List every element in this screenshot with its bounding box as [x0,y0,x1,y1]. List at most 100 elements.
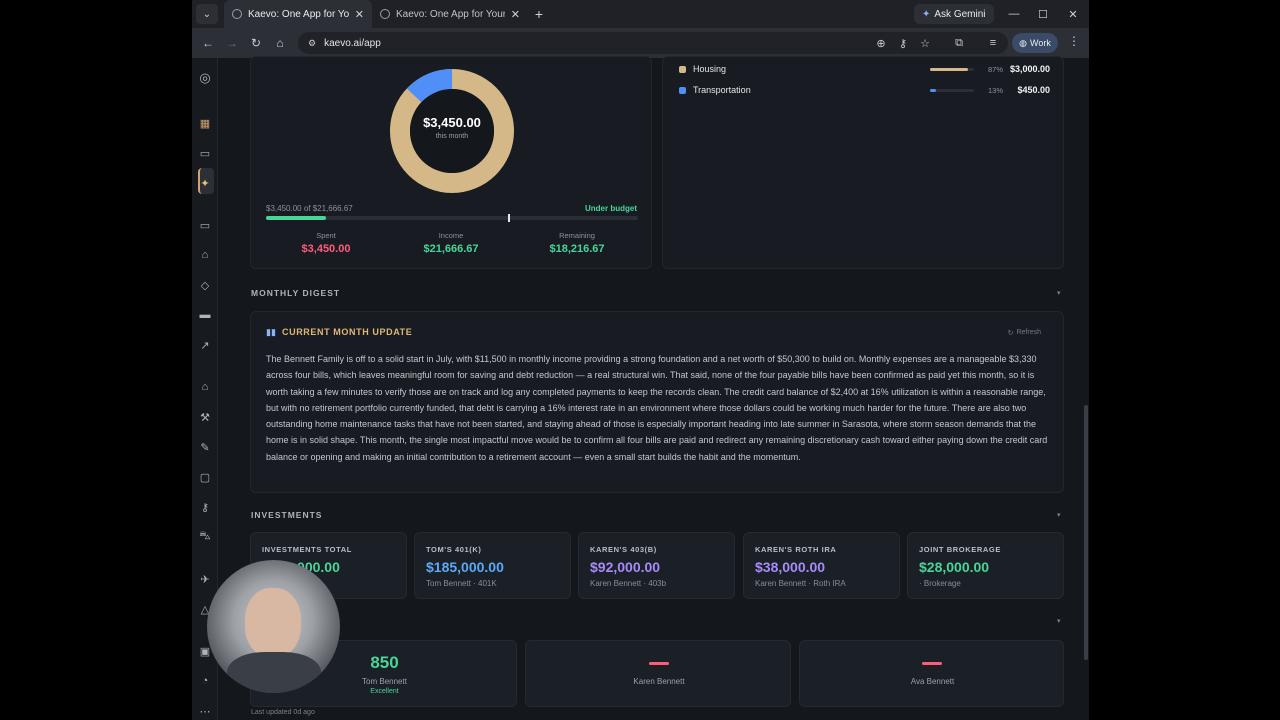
page-scrollbar[interactable] [1084,405,1088,660]
tab-search-chevron-icon[interactable]: ⌄ [196,4,218,24]
category-bar-fill [930,68,969,71]
close-window-icon[interactable]: ✕ [1058,0,1088,28]
bookmark-star-icon[interactable]: ☆ [914,32,936,54]
category-amount: $3,000.00 [1009,64,1050,74]
budget-stat-label: Spent [316,231,336,240]
back-icon[interactable]: ← [196,36,220,50]
digest-card: ▮▮ CURRENT MONTH UPDATE ↻ Refresh The Be… [250,311,1064,493]
car-icon[interactable]: ⛍ [192,529,218,545]
budget-progress-text: $3,450.00 of $21,666.67 [266,204,353,213]
investments-heading: INVESTMENTS [251,510,323,520]
sparkle-icon[interactable]: ✦ [192,175,218,191]
collapse-credit-icon[interactable]: ▾ [1057,617,1061,625]
zoom-icon[interactable]: ⊕ [870,32,892,54]
maximize-icon[interactable]: ☐ [1028,0,1058,28]
calendar-icon[interactable]: ▭ [192,145,218,161]
browser-menu-icon[interactable]: ⋮ [1068,34,1080,48]
investment-label: TOM'S 401(K) [426,545,482,554]
home-icon[interactable]: ⌂ [268,36,292,50]
ask-gemini-button[interactable]: ✦ Ask Gemini [914,4,994,24]
investment-owner: Karen Bennett · 403b [590,579,667,588]
kaevo-favicon-icon [232,9,242,19]
category-amount: $450.00 [1017,85,1050,95]
refresh-label: Refresh [1016,329,1041,336]
kaevo-favicon-icon [380,9,390,19]
extensions-icon[interactable]: ⧉ [948,32,970,54]
budget-stat-label: Remaining [559,231,595,240]
collapse-digest-icon[interactable]: ▾ [1057,289,1061,297]
wrench-icon[interactable]: ⚒ [192,409,218,425]
digest-body: The Bennett Family is off to a solid sta… [266,354,1048,462]
compass-logo-icon[interactable]: ◎ [192,70,218,86]
budget-stat-value: $18,216.67 [549,243,605,255]
webcam-overlay [207,560,340,693]
credit-name: Ava Bennett [910,677,955,686]
donut-amount: $3,450.00 [423,115,481,130]
investment-value: $38,000.00 [755,559,826,575]
browser-window: ⌄ Kaevo: One App for Your Entire ✕ Kaevo… [192,0,1089,720]
close-tab-icon[interactable]: ✕ [355,8,364,21]
profile-avatar-icon: ◍ [1019,37,1027,48]
refresh-icon: ↻ [1007,330,1014,337]
donut-hole [410,89,494,173]
budget-progress-marker [507,214,510,222]
card-icon[interactable]: ▭ [192,217,218,233]
investment-card[interactable]: JOINT BROKERAGE $28,000.00 · Brokerage [907,532,1064,599]
credit-empty-dash [649,662,669,665]
tab-kaevo-2[interactable]: Kaevo: One App for Your Entire ✕ [372,0,528,28]
budget-status: Under budget [585,204,637,213]
pencil-icon[interactable]: ✎ [192,439,218,455]
investment-label: INVESTMENTS TOTAL [262,545,352,554]
budget-progress-track [266,214,638,222]
timer-icon[interactable]: ◔ [192,673,218,689]
more-icon[interactable]: ⋯ [192,703,218,719]
category-name: Housing [693,64,727,74]
credit-name: Karen Bennett [633,677,685,686]
investment-value: $185,000.00 [426,559,504,575]
reload-icon[interactable]: ↻ [244,36,268,50]
credit-card-icon[interactable]: ▬ [192,307,218,323]
budget-card: $3,450.00 this month $3,450.00 of $21,66… [250,56,652,269]
budget-progress-fill [266,216,326,220]
investment-owner: Tom Bennett · 401K [426,579,497,588]
profile-button[interactable]: ◍ Work [1012,33,1058,53]
credit-empty-dash [922,662,942,665]
key-icon[interactable]: ⚷ [192,499,218,515]
tab-kaevo-active[interactable]: Kaevo: One App for Your Entire ✕ [224,0,372,28]
budget-stat-value: $3,450.00 [301,243,351,255]
investment-card[interactable]: KAREN'S ROTH IRA $38,000.00 Karen Bennett … [743,532,900,599]
collapse-investments-icon[interactable]: ▾ [1057,511,1061,519]
last-updated: Last updated 0d ago [251,709,315,716]
address-bar[interactable]: ⚙ kaevo.ai/app ⊕ ⚷ ☆ ⧉ ≡ [298,32,1008,54]
dashboard-grid-icon[interactable]: ▦ [192,115,218,131]
investment-label: JOINT BROKERAGE [919,545,1001,554]
chart-emoji-icon: ▮▮ [266,327,276,337]
media-queue-icon[interactable]: ≡ [982,32,1004,54]
tab-title: Kaevo: One App for Your Entire [248,8,349,20]
refresh-button[interactable]: ↻ Refresh [1008,329,1041,337]
investment-label: KAREN'S 403(B) [590,545,657,554]
site-info-icon[interactable]: ⚙ [308,38,316,49]
forward-icon[interactable]: → [220,36,244,50]
presenter-shirt [227,652,321,693]
investment-card[interactable]: KAREN'S 403(B) $92,000.00 Karen Bennett · … [578,532,735,599]
diamond-icon[interactable]: ◇ [192,277,218,293]
box-icon[interactable]: ▢ [192,469,218,485]
investment-owner: · Brokerage [919,579,961,588]
new-tab-icon[interactable]: + [528,6,550,22]
minimize-icon[interactable]: — [999,0,1029,28]
close-tab-icon[interactable]: ✕ [511,8,520,21]
monthly-digest-heading: MONTHLY DIGEST [251,288,341,298]
password-key-icon[interactable]: ⚷ [892,32,914,54]
profile-label: Work [1030,38,1051,48]
investment-card[interactable]: TOM'S 401(K) $185,000.00 Tom Bennett · 401… [414,532,571,599]
gemini-sparkle-icon: ✦ [922,8,931,20]
category-bar-track [930,89,974,92]
category-bar-track [930,68,974,71]
donut-subtitle: this month [435,133,469,140]
bank-icon[interactable]: ⌂ [192,247,218,263]
plane-icon[interactable]: ✈ [192,571,218,587]
trending-up-icon[interactable]: ↗ [192,337,218,353]
category-color-swatch [679,66,686,73]
home-icon[interactable]: ⌂ [192,379,218,395]
